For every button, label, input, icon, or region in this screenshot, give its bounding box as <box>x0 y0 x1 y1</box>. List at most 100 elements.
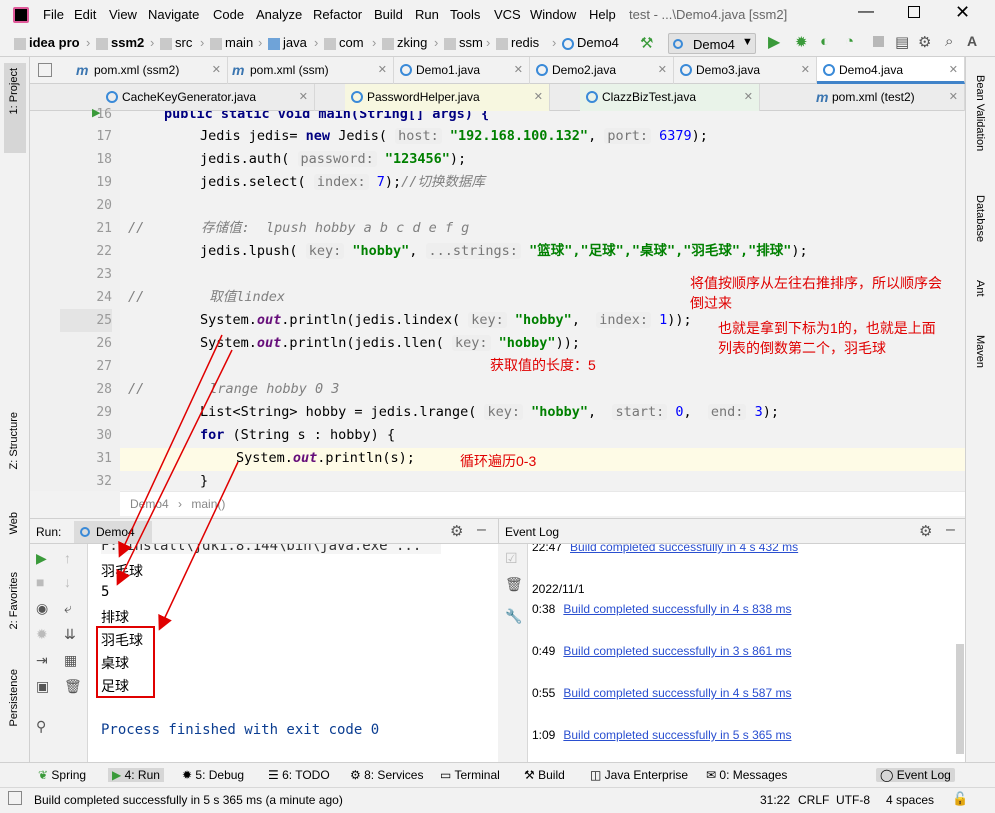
trash-icon[interactable]: 🗑 <box>64 678 82 695</box>
lock-icon[interactable]: 🔓 <box>952 791 968 807</box>
menu-window[interactable]: Window <box>530 7 576 22</box>
print-icon[interactable]: ▦ <box>64 652 77 669</box>
breadcrumb-redis[interactable]: redis <box>496 35 539 50</box>
settings-icon[interactable]: ⚙ <box>450 522 463 540</box>
layout-icon[interactable]: ▣ <box>36 678 49 695</box>
tool-run[interactable]: ▶ 4: Run <box>108 768 164 782</box>
mark-read-icon[interactable]: ☑ <box>505 550 518 567</box>
maven-tool-button[interactable]: Maven <box>970 327 992 392</box>
stop-icon[interactable]: ■ <box>36 574 44 590</box>
tool-spring[interactable]: ❦ Spring <box>38 768 86 782</box>
run-tab-demo4[interactable]: Demo4 <box>74 521 152 543</box>
tool-build[interactable]: ⚒ Build <box>524 768 565 782</box>
editor-crumb-method[interactable]: main() <box>191 497 225 511</box>
profile-icon[interactable]: ◔ <box>845 33 854 50</box>
bean-validation-tool-button[interactable]: Bean Validation <box>970 67 992 177</box>
close-icon[interactable]: ✕ <box>658 57 667 84</box>
favorites-tool-button[interactable]: 2: Favorites <box>4 572 26 652</box>
tab-demo3[interactable]: Demo3.java ✕ <box>674 57 817 84</box>
translate-icon[interactable]: A <box>967 33 977 49</box>
scrollbar[interactable] <box>956 644 964 754</box>
event-link[interactable]: Build completed successfully in 3 s 861 … <box>563 644 791 658</box>
breadcrumb-com[interactable]: com <box>324 35 364 50</box>
breadcrumb-java[interactable]: java <box>268 35 307 50</box>
structure-tool-button[interactable]: Z: Structure <box>4 412 26 492</box>
soft-wrap-icon[interactable]: ⤶ <box>64 600 72 617</box>
event-link[interactable]: Build completed successfully in 4 s 432 … <box>570 544 798 554</box>
file-encoding[interactable]: UTF-8 <box>836 793 870 807</box>
tabs-menu-icon[interactable] <box>38 63 52 77</box>
minimize-panel-icon[interactable]: – <box>946 521 955 539</box>
console-output[interactable]: F:\install\jdk1.8.144\bin\java.exe ... 羽… <box>88 544 498 762</box>
menu-refactor[interactable]: Refactor <box>313 7 362 22</box>
run-gutter-icon[interactable]: ▶ <box>92 106 100 119</box>
breadcrumb-src[interactable]: src <box>160 35 192 50</box>
tool-services[interactable]: ⚙ 8: Services <box>350 768 423 782</box>
close-icon[interactable]: ✕ <box>801 57 810 84</box>
tool-java-enterprise[interactable]: ◫ Java Enterprise <box>590 768 688 782</box>
editor-crumb-class[interactable]: Demo4 <box>130 497 169 511</box>
menu-navigate[interactable]: Navigate <box>148 7 199 22</box>
menu-view[interactable]: View <box>109 7 137 22</box>
tab-demo4[interactable]: Demo4.java ✕ <box>817 57 965 84</box>
settings-icon[interactable]: ⚙ <box>919 522 932 540</box>
tab-clazz-biz-test[interactable]: ClazzBizTest.java ✕ <box>580 84 760 111</box>
stop-icon[interactable] <box>873 36 884 47</box>
close-button[interactable]: ✕ <box>955 2 970 23</box>
down-arrow-icon[interactable]: ↓ <box>64 574 71 590</box>
close-icon[interactable]: ✕ <box>514 57 523 84</box>
menu-edit[interactable]: Edit <box>74 7 96 22</box>
breadcrumb-zking[interactable]: zking <box>382 35 427 50</box>
web-tool-button[interactable]: Web <box>4 512 26 557</box>
settings-icon[interactable]: ⚙ <box>918 33 931 51</box>
database-tool-button[interactable]: Database <box>970 187 992 262</box>
line-separator[interactable]: CRLF <box>798 793 829 807</box>
tab-cache-key-generator[interactable]: CacheKeyGenerator.java ✕ <box>100 84 315 111</box>
event-link[interactable]: Build completed successfully in 4 s 838 … <box>563 602 791 616</box>
menu-analyze[interactable]: Analyze <box>256 7 302 22</box>
menu-code[interactable]: Code <box>213 7 244 22</box>
breadcrumb-ssm[interactable]: ssm <box>444 35 483 50</box>
debug-icon[interactable]: ✹ <box>795 33 808 51</box>
tool-todo[interactable]: ☰ 6: TODO <box>268 768 330 782</box>
run-icon[interactable]: ▶ <box>768 32 780 52</box>
breadcrumb-project[interactable]: idea pro <box>14 35 80 50</box>
tab-pom-ssm2[interactable]: m pom.xml (ssm2) ✕ <box>72 57 228 84</box>
coverage-icon[interactable]: ◐ <box>820 33 829 50</box>
ant-tool-button[interactable]: Ant <box>970 272 992 317</box>
build-hammer-icon[interactable]: ⚒ <box>640 34 653 52</box>
close-icon[interactable]: ✕ <box>949 57 958 84</box>
close-icon[interactable]: ✕ <box>949 84 958 111</box>
close-icon[interactable]: ✕ <box>534 84 543 111</box>
wrench-icon[interactable]: 🔧 <box>505 608 522 625</box>
rerun-icon[interactable]: ▶ <box>36 550 47 567</box>
minimize-button[interactable]: — <box>858 3 874 21</box>
indent-setting[interactable]: 4 spaces <box>886 793 934 807</box>
tab-pom-test2[interactable]: m pom.xml (test2) ✕ <box>790 84 965 111</box>
debug-icon[interactable]: ✹ <box>36 626 48 643</box>
up-arrow-icon[interactable]: ↑ <box>64 550 71 566</box>
menu-file[interactable]: File <box>43 7 64 22</box>
tool-terminal[interactable]: ▭ Terminal <box>440 768 500 782</box>
panel-toggle-icon[interactable] <box>8 791 22 805</box>
menu-run[interactable]: Run <box>415 7 439 22</box>
tool-messages[interactable]: ✉ 0: Messages <box>706 768 787 782</box>
close-icon[interactable]: ✕ <box>212 57 221 84</box>
code-editor[interactable]: public static void main(String[] args) {… <box>120 111 965 491</box>
tool-debug[interactable]: ✹ 5: Debug <box>182 768 244 782</box>
tab-demo2[interactable]: Demo2.java ✕ <box>530 57 674 84</box>
camera-icon[interactable]: ◉ <box>36 600 48 617</box>
menu-help[interactable]: Help <box>589 7 616 22</box>
run-config-select[interactable]: Demo4 ▼ <box>668 33 756 54</box>
breadcrumb-module[interactable]: ssm2 <box>96 35 144 50</box>
tab-pom-ssm[interactable]: m pom.xml (ssm) ✕ <box>228 57 394 84</box>
menu-vcs[interactable]: VCS <box>494 7 521 22</box>
project-tool-button[interactable]: 1: Project <box>4 63 26 153</box>
search-icon[interactable]: ⌕ <box>945 33 953 50</box>
breadcrumb-class[interactable]: Demo4 <box>562 35 619 50</box>
close-icon[interactable]: ✕ <box>378 57 387 84</box>
close-icon[interactable]: ✕ <box>299 84 308 111</box>
event-link[interactable]: Build completed successfully in 4 s 587 … <box>563 686 791 700</box>
event-link[interactable]: Build completed successfully in 5 s 365 … <box>563 728 791 742</box>
minimize-panel-icon[interactable]: – <box>477 521 486 539</box>
